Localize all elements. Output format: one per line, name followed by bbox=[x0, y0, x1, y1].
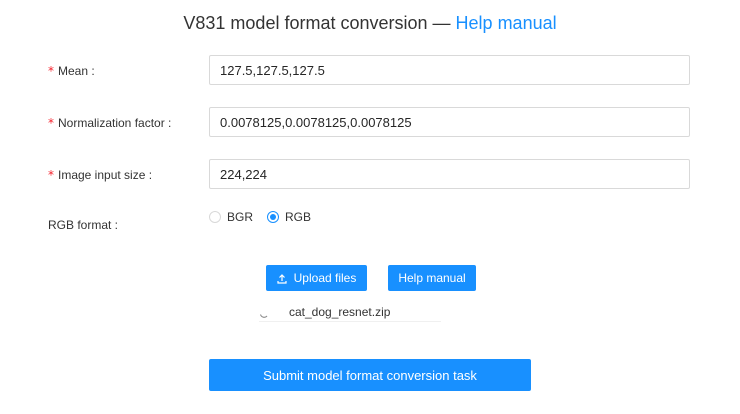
radio-rgb-circle[interactable] bbox=[267, 211, 280, 223]
mean-label: * Mean : bbox=[48, 64, 95, 78]
help-manual-link[interactable]: Help manual bbox=[456, 13, 557, 33]
normalization-input[interactable] bbox=[209, 107, 690, 137]
radio-bgr[interactable]: BGR bbox=[209, 210, 253, 224]
required-mark: * bbox=[48, 168, 54, 182]
help-manual-button-label: Help manual bbox=[398, 271, 466, 285]
page-title: V831 model format conversion — Help manu… bbox=[0, 13, 740, 34]
required-mark: * bbox=[48, 116, 54, 130]
upload-files-label: Upload files bbox=[293, 271, 357, 285]
uploaded-file-item: cat_dog_resnet.zip bbox=[259, 302, 441, 322]
radio-bgr-circle[interactable] bbox=[209, 211, 221, 223]
radio-rgb[interactable]: RGB bbox=[267, 210, 311, 224]
normalization-label: * Normalization factor : bbox=[48, 116, 172, 130]
required-mark: * bbox=[48, 64, 54, 78]
spinner-icon bbox=[259, 307, 269, 318]
rgb-format-label: RGB format : bbox=[48, 218, 119, 232]
page-title-text: V831 model format conversion — bbox=[183, 13, 451, 33]
radio-rgb-label: RGB bbox=[285, 210, 312, 224]
upload-files-button[interactable]: Upload files bbox=[266, 265, 367, 291]
image-size-label: * Image input size : bbox=[48, 168, 153, 182]
image-size-input[interactable] bbox=[209, 159, 690, 189]
radio-bgr-label: BGR bbox=[227, 210, 254, 224]
uploaded-file-name[interactable]: cat_dog_resnet.zip bbox=[289, 305, 390, 319]
mean-input[interactable] bbox=[209, 55, 690, 85]
upload-icon bbox=[277, 273, 287, 284]
submit-conversion-button[interactable]: Submit model format conversion task bbox=[209, 359, 531, 391]
help-manual-button[interactable]: Help manual bbox=[388, 265, 476, 291]
rgb-format-radio-group: BGR RGB bbox=[209, 210, 325, 224]
